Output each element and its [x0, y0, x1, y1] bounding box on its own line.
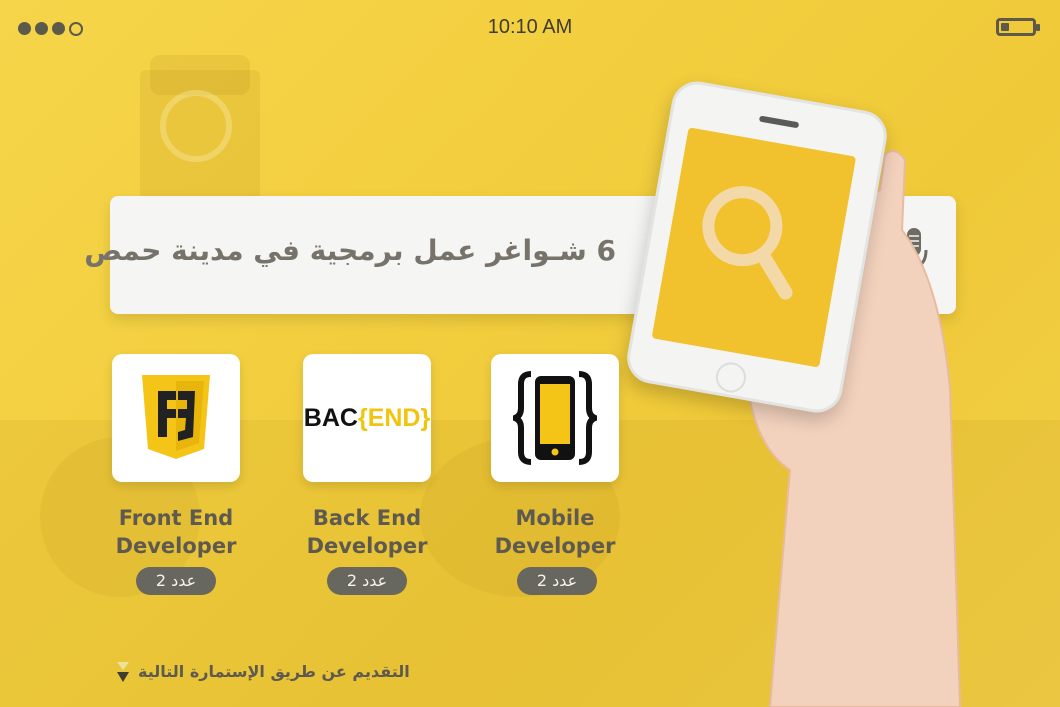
backend-logo: BAC{END}	[304, 404, 430, 433]
card-back-end[interactable]: BAC{END}	[303, 354, 431, 482]
card-title-line2: Developer	[306, 534, 428, 558]
card-title-line1: Front End	[118, 506, 234, 530]
card-mobile[interactable]	[491, 354, 619, 482]
apply-instruction[interactable]: التقديم عن طريق الإستمارة التالية	[138, 662, 410, 681]
card-title-front-end: Front End Developer	[86, 504, 266, 560]
phone-screen	[651, 127, 857, 368]
backend-logo-suffix: END	[367, 403, 421, 432]
card-title-back-end: Back End Developer	[277, 504, 457, 560]
card-title-line1: Back End	[312, 506, 422, 530]
arrow-down-icon	[117, 662, 129, 682]
battery-icon	[996, 18, 1040, 36]
search-query[interactable]: 6 شـواغر عمل برمجية في مدينة حمص	[84, 234, 616, 267]
background-clock-face	[160, 90, 232, 162]
count-badge: عدد 2	[517, 567, 597, 595]
card-title-line2: Developer	[115, 534, 237, 558]
ad-canvas: 10:10 AM 6 شـواغر عمل برمجية في مدينة حم…	[0, 0, 1060, 707]
magnifier-icon	[702, 186, 793, 300]
card-front-end[interactable]	[112, 354, 240, 482]
card-title-mobile: Mobile Developer	[465, 504, 645, 560]
count-badge: عدد 2	[327, 567, 407, 595]
mobile-brackets-icon	[513, 371, 597, 465]
phone-home-button	[713, 360, 749, 395]
count-badge: عدد 2	[136, 567, 216, 595]
card-title-line1: Mobile	[515, 506, 595, 530]
phone-speaker	[758, 115, 800, 129]
backend-logo-prefix: BAC	[303, 403, 358, 432]
backend-logo-bracket: {	[357, 403, 368, 432]
card-title-line2: Developer	[494, 534, 616, 558]
status-bar: 10:10 AM	[0, 0, 1060, 60]
backend-logo-close: }	[420, 403, 431, 432]
css3-shield-icon	[142, 375, 210, 459]
battery-level	[1001, 23, 1009, 31]
status-time: 10:10 AM	[487, 16, 573, 38]
